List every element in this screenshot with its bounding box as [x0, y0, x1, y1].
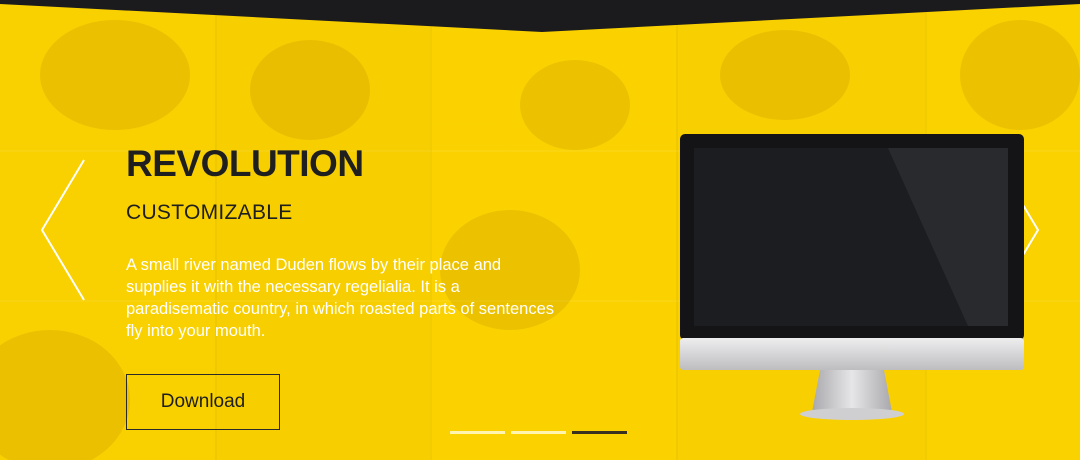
slide-indicator[interactable]	[511, 431, 566, 434]
slide-description: A small river named Duden flows by their…	[126, 256, 554, 340]
slide-indicator-active[interactable]	[572, 431, 627, 434]
slide-subtitle: CUSTOMIZABLE	[126, 201, 293, 224]
background-figure	[250, 40, 370, 140]
top-header-band	[0, 0, 1080, 32]
slide-content: REVOLUTION CUSTOMIZABLE A small river na…	[126, 142, 566, 342]
download-button[interactable]: Download	[126, 374, 280, 430]
slide-title: REVOLUTION	[126, 143, 364, 184]
background-figure	[520, 60, 630, 150]
hero-slider: REVOLUTION CUSTOMIZABLE A small river na…	[0, 0, 1080, 460]
slide-indicator[interactable]	[450, 431, 505, 434]
background-figure	[960, 20, 1080, 130]
background-figure	[40, 20, 190, 130]
chevron-left-icon[interactable]	[38, 158, 86, 302]
slide-indicators	[450, 431, 627, 435]
monitor-image	[680, 134, 1024, 420]
background-figure	[720, 30, 850, 120]
